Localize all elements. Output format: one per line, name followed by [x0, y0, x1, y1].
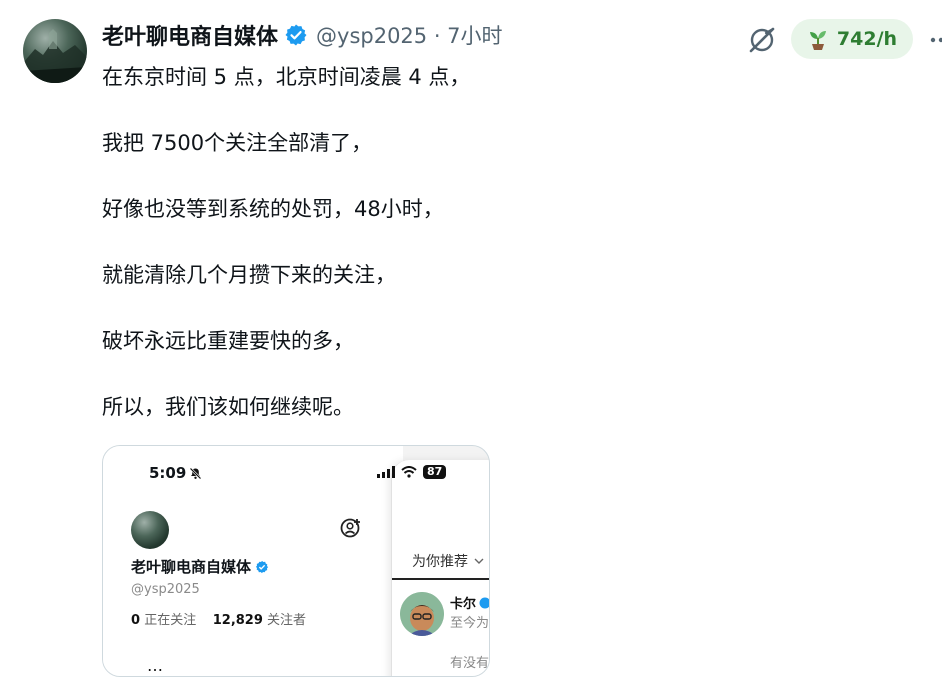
status-bar-icons: 87	[377, 465, 447, 479]
post-line: 破坏永远比重建要快的多，	[102, 329, 354, 353]
suggested-user-bio: 至今为	[450, 616, 490, 631]
profile-handle: @ysp2025	[131, 582, 200, 597]
more-options-button[interactable]	[926, 28, 942, 48]
grok-icon	[749, 27, 775, 53]
sprout-icon	[809, 31, 826, 50]
tab-for-you: 为你推荐	[412, 551, 484, 571]
wifi-icon	[401, 466, 417, 478]
following-count: 0	[131, 613, 141, 628]
status-bar-time: 5:09	[149, 464, 202, 482]
verified-badge-icon	[284, 23, 308, 47]
post-line: 好像也没等到系统的处罚，48小时，	[102, 197, 444, 221]
post-media-image[interactable]: 5:09 老叶聊电商自媒体 @ysp2025 0 正在关注 12,829 关注者…	[102, 445, 490, 677]
profile-cutoff-text: …	[131, 656, 163, 675]
avatar-landscape	[23, 29, 87, 83]
bell-muted-icon	[189, 467, 202, 479]
suggested-user-name-text: 卡尔	[450, 597, 477, 612]
author-name[interactable]: 老叶聊电商自媒体	[102, 19, 278, 51]
profile-stats: 0 正在关注 12,829 关注者	[131, 609, 306, 628]
battery-level: 87	[423, 465, 447, 479]
tab-underline	[392, 578, 489, 580]
profile-avatar	[131, 511, 169, 549]
verified-badge-icon	[479, 597, 489, 608]
verified-badge-icon	[255, 560, 269, 573]
post-header: 老叶聊电商自媒体 @ysp2025 · 7小时	[102, 18, 503, 52]
handle-and-time[interactable]: @ysp2025 · 7小时	[316, 20, 503, 50]
profile-name: 老叶聊电商自媒体	[131, 556, 269, 577]
profile-name-text: 老叶聊电商自媒体	[131, 558, 252, 576]
post-line: 我把 7500个关注全部清了，	[102, 131, 373, 155]
add-user-icon	[340, 517, 362, 539]
chevron-down-icon	[474, 558, 484, 564]
growth-rate-pill[interactable]: 742/h	[791, 19, 913, 59]
tab-for-you-label: 为你推荐	[412, 554, 468, 570]
post-line: 在东京时间 5 点，北京时间凌晨 4 点，	[102, 65, 471, 89]
signal-icon	[377, 466, 395, 478]
post-body: 在东京时间 5 点，北京时间凌晨 4 点， 我把 7500个关注全部清了， 好像…	[102, 62, 902, 422]
followers-count: 12,829	[212, 613, 263, 628]
following-label: 正在关注	[144, 613, 197, 628]
suggested-user-bio-2: 有没有	[450, 656, 490, 671]
suggested-user-avatar	[400, 592, 444, 636]
followers-label: 关注者	[267, 613, 307, 628]
status-time-text: 5:09	[149, 464, 187, 482]
suggested-user-name: 卡尔	[450, 593, 489, 612]
more-icon	[930, 37, 942, 43]
phone-screenshot-feed: 为你推荐 卡尔 至今为 有没有	[391, 460, 490, 676]
author-avatar[interactable]	[23, 19, 87, 83]
post-line: 就能清除几个月攒下来的关注，	[102, 263, 396, 287]
rate-label: 742/h	[836, 28, 898, 50]
phone-screenshot-profile: 5:09 老叶聊电商自媒体 @ysp2025 0 正在关注 12,829 关注者…	[103, 446, 403, 676]
grok-button[interactable]	[744, 22, 780, 58]
post-line: 所以，我们该如何继续呢。	[102, 395, 354, 419]
